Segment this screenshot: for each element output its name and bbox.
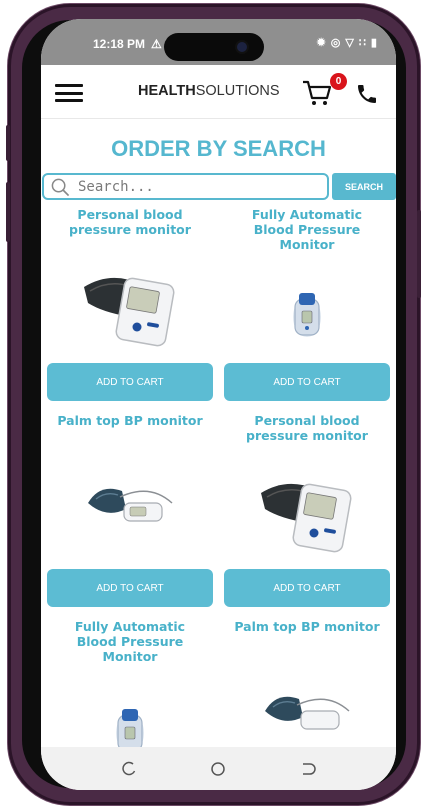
- product-card[interactable]: Palm top BP monitor ADD TO CART: [47, 413, 213, 619]
- search-icon: [51, 178, 70, 197]
- product-name[interactable]: Palm top BP monitor: [224, 619, 390, 634]
- product-name[interactable]: Personal blood pressure monitor: [47, 207, 213, 237]
- status-time: 12:18 PM: [93, 37, 146, 51]
- volume-button: [6, 182, 10, 242]
- home-icon[interactable]: [208, 759, 228, 779]
- arm-cuff-monitor-image[interactable]: [80, 265, 180, 355]
- back-icon[interactable]: [298, 759, 318, 779]
- add-to-cart-button[interactable]: ADD TO CART: [47, 363, 213, 401]
- search-box[interactable]: [42, 173, 329, 200]
- system-nav-bar: [41, 747, 396, 790]
- power-button: [417, 210, 421, 298]
- product-name[interactable]: Fully Automatic Blood Pressure Monitor: [47, 619, 213, 664]
- search-input[interactable]: [78, 175, 323, 198]
- brand-logo[interactable]: HEALTHSOLUTIONS: [138, 83, 280, 99]
- wrist-monitor-image[interactable]: [257, 265, 357, 355]
- camera-notch: [164, 33, 264, 61]
- brand-name-bold: HEALTH: [138, 83, 196, 99]
- product-card[interactable]: Fully Automatic Blood Pressure Monitor A…: [224, 207, 390, 413]
- phone-screen: 12:18 PM ⚠ P ✹ ◎ ▽ ∷ ▮ HEALTHSOLUTIONS 0…: [41, 19, 396, 790]
- palm-monitor-image[interactable]: [80, 463, 180, 553]
- camera-icon: [237, 42, 247, 52]
- product-grid: Personal blood pressure monitor ADD TO C…: [41, 207, 396, 753]
- add-to-cart-button[interactable]: ADD TO CART: [47, 569, 213, 607]
- cart-count-badge: 0: [330, 73, 347, 90]
- add-to-cart-button[interactable]: ADD TO CART: [224, 569, 390, 607]
- product-name[interactable]: Personal blood pressure monitor: [224, 413, 390, 443]
- product-card[interactable]: Personal blood pressure monitor ADD TO C…: [224, 413, 390, 619]
- recent-apps-icon[interactable]: [119, 759, 139, 779]
- arm-cuff-monitor-image[interactable]: [257, 471, 357, 561]
- app-header: HEALTHSOLUTIONS 0: [41, 65, 396, 119]
- product-card[interactable]: Personal blood pressure monitor ADD TO C…: [47, 207, 213, 413]
- add-to-cart-button[interactable]: ADD TO CART: [224, 363, 390, 401]
- search-button[interactable]: SEARCH: [332, 173, 396, 200]
- status-icons: ✹ ◎ ▽ ∷ ▮: [316, 37, 378, 49]
- brand-name-light: SOLUTIONS: [195, 83, 280, 99]
- menu-icon[interactable]: [55, 84, 83, 102]
- page-title: ORDER BY SEARCH: [111, 136, 326, 161]
- product-name[interactable]: Fully Automatic Blood Pressure Monitor: [224, 207, 390, 252]
- cart-icon[interactable]: [301, 79, 333, 107]
- product-name[interactable]: Palm top BP monitor: [47, 413, 213, 428]
- volume-button: [6, 125, 10, 161]
- phone-icon[interactable]: [355, 82, 379, 106]
